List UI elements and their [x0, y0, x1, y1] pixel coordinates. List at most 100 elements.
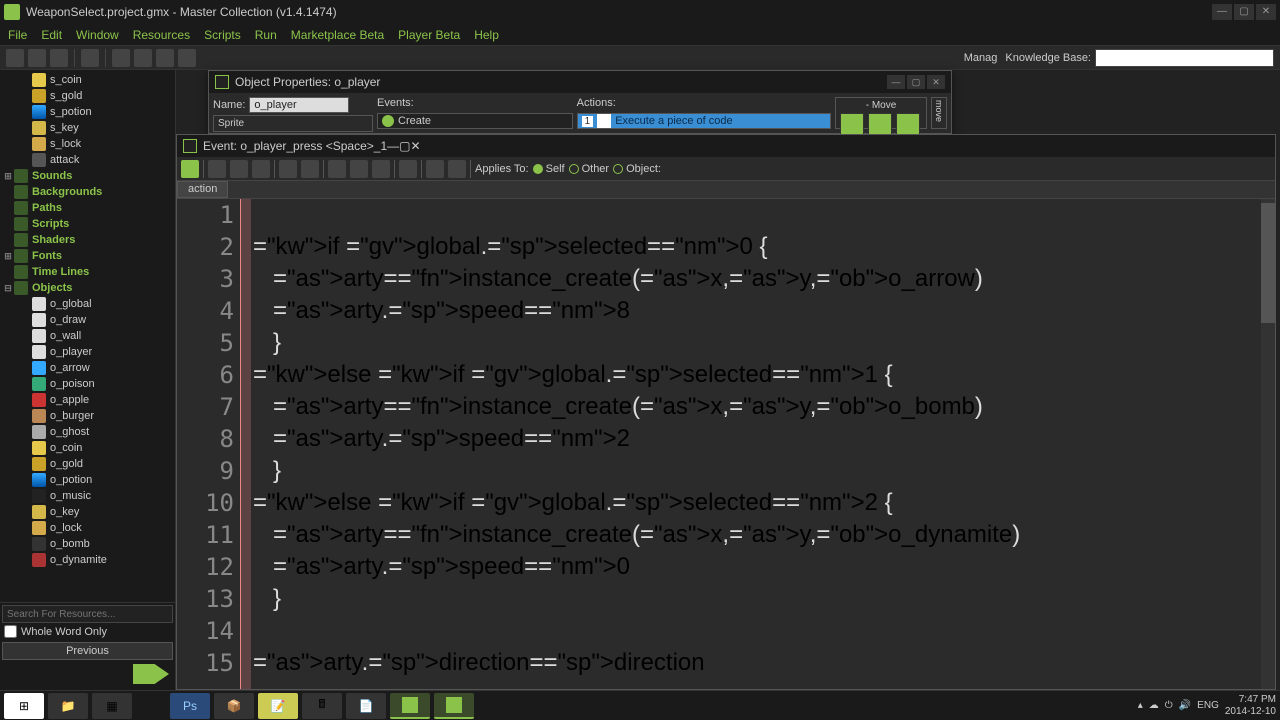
- tree-item-o-poison[interactable]: o_poison: [2, 376, 173, 392]
- cut-icon[interactable]: [328, 160, 346, 178]
- explorer-icon[interactable]: 📁: [48, 693, 88, 719]
- code-window-titlebar[interactable]: Event: o_player_press <Space>_1 — ▢ ✕: [177, 135, 1275, 157]
- save-icon[interactable]: [50, 49, 68, 67]
- code-editor-window[interactable]: Event: o_player_press <Space>_1 — ▢ ✕: [176, 134, 1276, 690]
- tree-item-s-potion[interactable]: s_potion: [2, 104, 173, 120]
- system-tray[interactable]: ▴ ☁ ⏻ 🔊 ENG 7:47 PM 2014-12-10: [1138, 694, 1276, 718]
- previous-button[interactable]: Previous: [2, 642, 173, 660]
- obj-maximize-button[interactable]: ▢: [907, 75, 925, 89]
- tree-folder-backgrounds[interactable]: Backgrounds: [2, 184, 173, 200]
- obj-minimize-button[interactable]: —: [887, 75, 905, 89]
- object-properties-window[interactable]: Object Properties: o_player — ▢ ✕ Name: …: [208, 70, 952, 134]
- app-icon[interactable]: 📦: [214, 693, 254, 719]
- event-create[interactable]: Create: [377, 113, 573, 129]
- save-icon[interactable]: [230, 160, 248, 178]
- tree-item-o-dynamite[interactable]: o_dynamite: [2, 552, 173, 568]
- open-icon[interactable]: [208, 160, 226, 178]
- menu-player[interactable]: Player Beta: [398, 28, 460, 42]
- tree-item-o-arrow[interactable]: o_arrow: [2, 360, 173, 376]
- scrollbar[interactable]: [1261, 199, 1275, 689]
- tree-folder-paths[interactable]: Paths: [2, 200, 173, 216]
- obj-close-button[interactable]: ✕: [927, 75, 945, 89]
- minimize-button[interactable]: —: [1212, 4, 1232, 20]
- tree-item-o-global[interactable]: o_global: [2, 296, 173, 312]
- tree-item-o-gold[interactable]: o_gold: [2, 456, 173, 472]
- code-maximize-button[interactable]: ▢: [399, 139, 410, 153]
- photoshop-icon[interactable]: Ps: [170, 693, 210, 719]
- store-icon[interactable]: ▦: [92, 693, 132, 719]
- paste-icon[interactable]: [372, 160, 390, 178]
- menu-edit[interactable]: Edit: [41, 28, 62, 42]
- run-icon[interactable]: [112, 49, 130, 67]
- copy-icon[interactable]: [350, 160, 368, 178]
- scrollbar-thumb[interactable]: [1261, 203, 1275, 323]
- print-icon[interactable]: [252, 160, 270, 178]
- debug-icon[interactable]: [134, 49, 152, 67]
- tray-lang[interactable]: ENG: [1197, 700, 1219, 711]
- export-icon[interactable]: [81, 49, 99, 67]
- menu-marketplace[interactable]: Marketplace Beta: [291, 28, 384, 42]
- tray-icon[interactable]: ☁: [1149, 700, 1159, 711]
- snippet-icon[interactable]: [426, 160, 444, 178]
- notepad-icon[interactable]: 📄: [346, 693, 386, 719]
- tree-item-s-coin[interactable]: s_coin: [2, 72, 173, 88]
- object-window-titlebar[interactable]: Object Properties: o_player — ▢ ✕: [209, 71, 951, 93]
- action-execute-code[interactable]: 1 Execute a piece of code: [577, 113, 831, 129]
- goto-icon[interactable]: [448, 160, 466, 178]
- notes-icon[interactable]: 📝: [258, 693, 298, 719]
- code-editor[interactable]: ="kw">if ="gv">global.="sp">selected=="n…: [251, 199, 1261, 689]
- open-icon[interactable]: [28, 49, 46, 67]
- tree-item-o-key[interactable]: o_key: [2, 504, 173, 520]
- applies-object-radio[interactable]: Object:: [613, 163, 661, 175]
- code-close-button[interactable]: ✕: [410, 139, 420, 153]
- applies-self-radio[interactable]: Self: [533, 163, 565, 175]
- menu-run[interactable]: Run: [255, 28, 277, 42]
- tree-item-attack[interactable]: attack: [2, 152, 173, 168]
- whole-word-checkbox[interactable]: Whole Word Only: [2, 623, 173, 640]
- menu-file[interactable]: File: [8, 28, 27, 42]
- close-button[interactable]: ✕: [1256, 4, 1276, 20]
- applies-other-radio[interactable]: Other: [569, 163, 610, 175]
- kb-input[interactable]: [1095, 49, 1274, 67]
- tree-item-o-bomb[interactable]: o_bomb: [2, 536, 173, 552]
- manage-label[interactable]: Manag: [964, 52, 998, 64]
- tree-item-s-gold[interactable]: s_gold: [2, 88, 173, 104]
- tree-folder-fonts[interactable]: ⊞Fonts: [2, 248, 173, 264]
- menu-help[interactable]: Help: [474, 28, 499, 42]
- tree-item-o-music[interactable]: o_music: [2, 488, 173, 504]
- find-icon[interactable]: [399, 160, 417, 178]
- resource-tree[interactable]: s_coin s_gold s_potion s_key s_lock atta…: [0, 70, 175, 602]
- gamemaker-icon[interactable]: [390, 693, 430, 719]
- tree-folder-scripts[interactable]: Scripts: [2, 216, 173, 232]
- tree-item-s-key[interactable]: s_key: [2, 120, 173, 136]
- calc-icon[interactable]: 🖩: [302, 693, 342, 719]
- tree-folder-timelines[interactable]: Time Lines: [2, 264, 173, 280]
- undo-icon[interactable]: [279, 160, 297, 178]
- tree-item-o-player[interactable]: o_player: [2, 344, 173, 360]
- tree-item-o-ghost[interactable]: o_ghost: [2, 424, 173, 440]
- tree-item-s-lock[interactable]: s_lock: [2, 136, 173, 152]
- maximize-button[interactable]: ▢: [1234, 4, 1254, 20]
- tray-icon[interactable]: ⏻: [1165, 700, 1173, 711]
- gamemaker-icon-2[interactable]: [434, 693, 474, 719]
- menu-resources[interactable]: Resources: [133, 28, 190, 42]
- code-minimize-button[interactable]: —: [387, 139, 399, 153]
- compile-icon[interactable]: [178, 49, 196, 67]
- search-resources-input[interactable]: [2, 605, 173, 623]
- tray-icon[interactable]: 🔊: [1179, 700, 1191, 711]
- tree-folder-objects[interactable]: ⊟Objects: [2, 280, 173, 296]
- tree-item-o-potion[interactable]: o_potion: [2, 472, 173, 488]
- move-tab[interactable]: move: [931, 97, 947, 129]
- tree-item-o-draw[interactable]: o_draw: [2, 312, 173, 328]
- redo-icon[interactable]: [301, 160, 319, 178]
- clock-date[interactable]: 2014-12-10: [1225, 706, 1276, 718]
- tree-folder-shaders[interactable]: Shaders: [2, 232, 173, 248]
- tab-action[interactable]: action: [177, 181, 228, 198]
- tree-item-o-burger[interactable]: o_burger: [2, 408, 173, 424]
- tree-item-o-wall[interactable]: o_wall: [2, 328, 173, 344]
- tree-folder-sounds[interactable]: ⊞Sounds: [2, 168, 173, 184]
- tree-item-o-lock[interactable]: o_lock: [2, 520, 173, 536]
- tray-up-icon[interactable]: ▴: [1138, 700, 1143, 711]
- object-name-input[interactable]: [249, 97, 349, 113]
- start-button[interactable]: ⊞: [4, 693, 44, 719]
